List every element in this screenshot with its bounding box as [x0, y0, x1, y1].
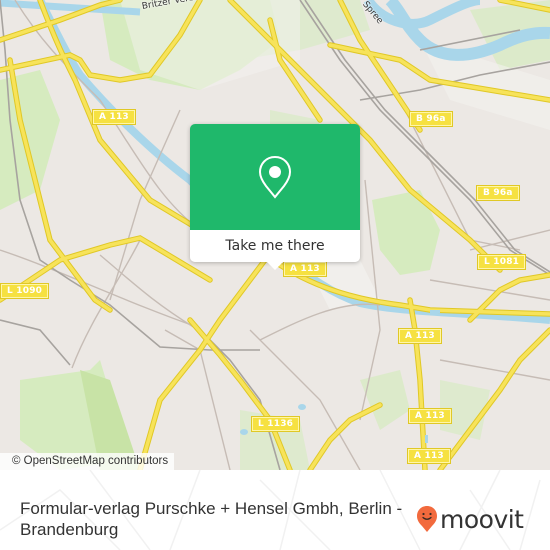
road-label-l1081: L 1081: [478, 255, 526, 269]
road-label-b96a: B 96a: [410, 112, 452, 126]
take-me-there-label: Take me there: [225, 238, 325, 254]
moovit-pin-smile-icon: [417, 506, 437, 532]
road-label-b96a: B 96a: [477, 186, 519, 200]
location-popup: Take me there: [190, 124, 360, 270]
popup-pointer: [267, 262, 283, 270]
road-label-l1136: L 1136: [252, 417, 300, 431]
map-pin-icon: [258, 155, 292, 199]
take-me-there-button[interactable]: Take me there: [190, 230, 360, 262]
moovit-wordmark: moovit: [440, 504, 524, 534]
road-label-a113: A 113: [93, 110, 135, 124]
road-label-a113: A 113: [409, 409, 451, 423]
location-pin-area[interactable]: [190, 124, 360, 230]
map-attribution[interactable]: © OpenStreetMap contributors: [0, 453, 175, 470]
map-view[interactable]: Britzer Verbindung Spree A 113 B 96a B 9…: [0, 0, 550, 470]
road-label-a113: A 113: [284, 262, 326, 276]
road-label-a113: A 113: [399, 329, 441, 343]
road-label-l1090: L 1090: [1, 284, 49, 298]
road-label-a113: A 113: [408, 449, 450, 463]
place-name: Formular-verlag Purschke + Hensel Gmbh, …: [20, 499, 403, 539]
footer: Formular-verlag Purschke + Hensel Gmbh, …: [0, 470, 550, 550]
moovit-logo[interactable]: moovit: [416, 505, 524, 533]
